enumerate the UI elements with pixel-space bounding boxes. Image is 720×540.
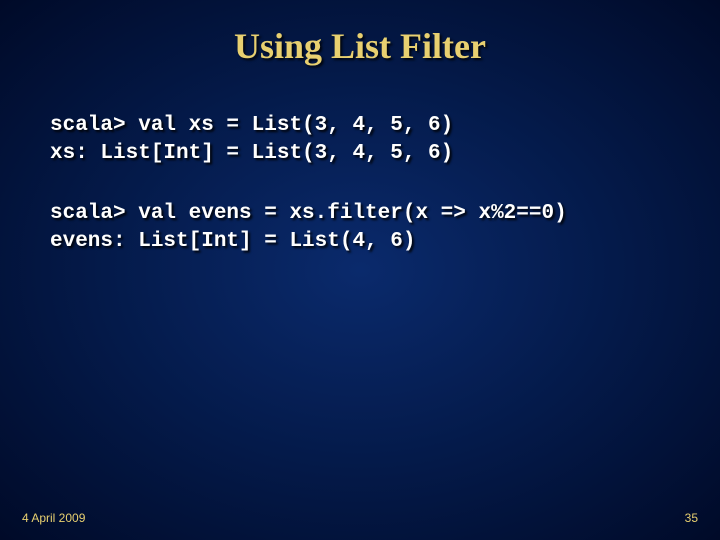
code-line: xs: List[Int] = List(3, 4, 5, 6) bbox=[50, 142, 453, 165]
code-block-2: scala> val evens = xs.filter(x => x%2==0… bbox=[50, 200, 567, 257]
footer-date: 4 April 2009 bbox=[22, 511, 85, 525]
slide-title: Using List Filter bbox=[0, 25, 720, 67]
slide-container: Using List Filter scala> val xs = List(3… bbox=[0, 0, 720, 540]
code-block-1: scala> val xs = List(3, 4, 5, 6) xs: Lis… bbox=[50, 112, 453, 169]
code-line: scala> val evens = xs.filter(x => x%2==0… bbox=[50, 202, 567, 225]
slide-number: 35 bbox=[685, 511, 698, 525]
code-line: scala> val xs = List(3, 4, 5, 6) bbox=[50, 114, 453, 137]
code-line: evens: List[Int] = List(4, 6) bbox=[50, 230, 415, 253]
